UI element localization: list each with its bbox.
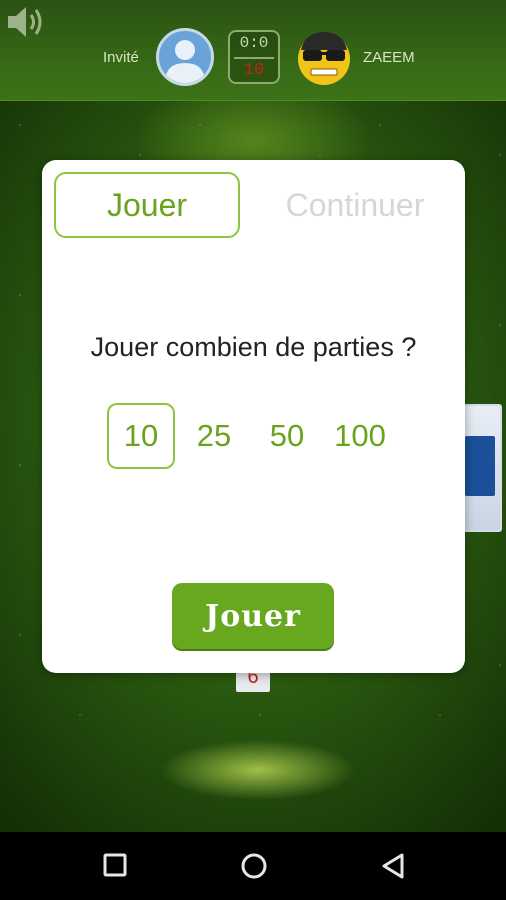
play-button[interactable]: Jouer: [172, 583, 334, 649]
option-100[interactable]: 100: [327, 403, 393, 469]
user-icon: [156, 28, 214, 86]
option-50[interactable]: 50: [255, 403, 319, 469]
games-count-dialog: Jouer Continuer Jouer combien de parties…: [42, 160, 465, 673]
top-bar: Invité 0:0 10 ZAEEM: [0, 0, 506, 101]
dialog-question: Jouer combien de parties ?: [90, 332, 417, 362]
square-recent-icon[interactable]: [96, 846, 136, 886]
sunglasses-emoji-icon: [298, 32, 350, 85]
score-value: 0:0: [239, 34, 269, 52]
score-divider: [234, 57, 274, 59]
side-card: [460, 404, 502, 532]
option-25[interactable]: 25: [182, 403, 246, 469]
option-10[interactable]: 10: [107, 403, 175, 469]
side-card-face: [465, 436, 495, 496]
score-box: 0:0 10: [228, 30, 280, 84]
android-nav-bar: [0, 832, 506, 900]
tab-continuer[interactable]: Continuer: [262, 172, 448, 238]
tab-jouer[interactable]: Jouer: [54, 172, 240, 238]
guest-name: Invité: [103, 49, 139, 66]
speaker-icon[interactable]: [4, 4, 46, 40]
opponent-name: ZAEEM: [363, 49, 415, 66]
target-value: 10: [243, 61, 265, 80]
triangle-back-icon[interactable]: [374, 846, 414, 886]
circle-home-icon[interactable]: [234, 846, 274, 886]
